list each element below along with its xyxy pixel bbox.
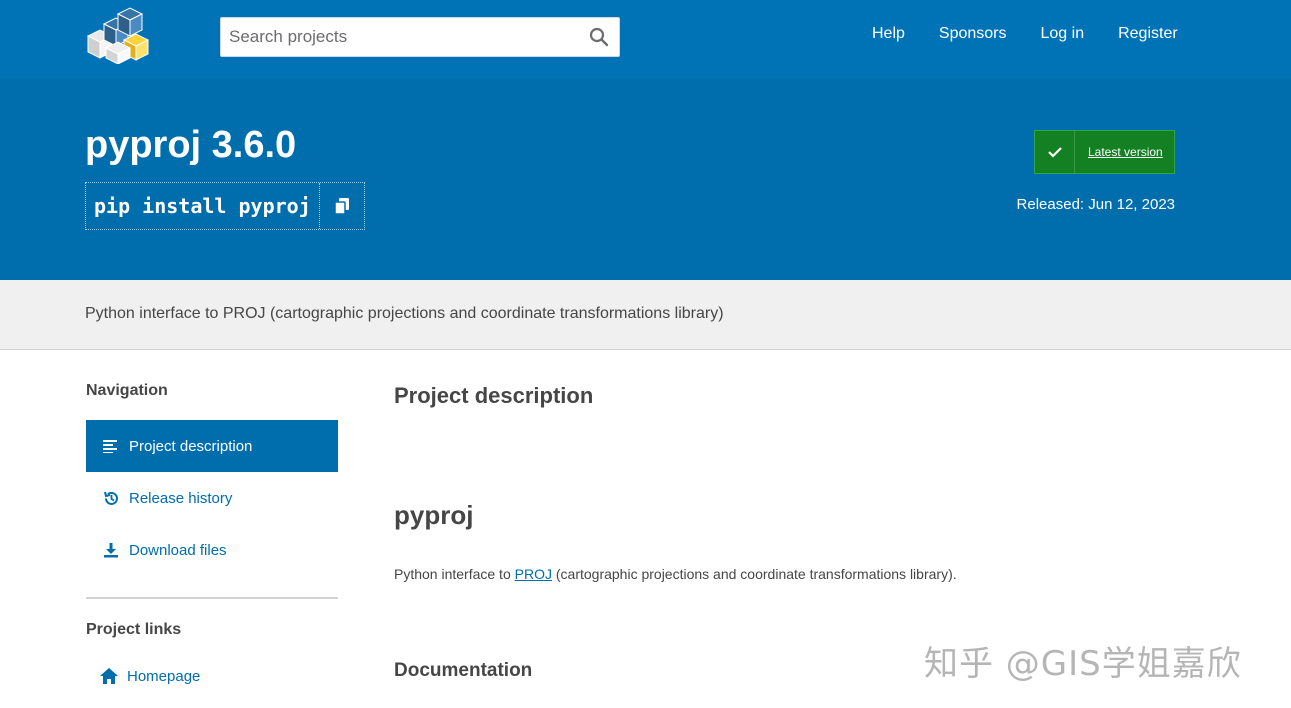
release-date: Released: Jun 12, 2023 bbox=[1016, 196, 1175, 213]
proj-link[interactable]: PROJ bbox=[515, 566, 552, 582]
download-icon bbox=[102, 541, 120, 559]
search-icon[interactable] bbox=[581, 19, 617, 55]
sidebar-divider bbox=[86, 597, 338, 599]
login-link[interactable]: Log in bbox=[1041, 25, 1085, 43]
package-hero: pyproj 3.6.0 pip install pyproj Latest v… bbox=[0, 79, 1291, 280]
sidebar-item-label: Project description bbox=[129, 437, 253, 455]
summary-text: Python interface to PROJ (cartographic p… bbox=[85, 305, 724, 322]
sidebar-item-label: Download files bbox=[129, 541, 227, 559]
pypi-logo-icon[interactable] bbox=[84, 6, 152, 64]
readme-intro: Python interface to PROJ (cartographic p… bbox=[394, 566, 957, 582]
top-nav: Help Sponsors Log in Register bbox=[872, 25, 1212, 43]
check-icon bbox=[1035, 131, 1075, 173]
copy-icon[interactable] bbox=[320, 183, 364, 229]
sidebar-link-homepage[interactable]: Homepage bbox=[86, 650, 338, 702]
search-box bbox=[220, 17, 620, 57]
sidebar-link-label: Homepage bbox=[127, 667, 201, 685]
align-left-icon bbox=[102, 437, 120, 455]
documentation-heading: Documentation bbox=[394, 660, 533, 681]
watermark: 知乎 @GIS学姐嘉欣 bbox=[924, 644, 1242, 684]
pip-command-box: pip install pyproj bbox=[85, 182, 365, 230]
intro-text-after: (cartographic projections and coordinate… bbox=[551, 566, 957, 582]
sidebar-item-label: Release history bbox=[129, 489, 233, 507]
sponsors-link[interactable]: Sponsors bbox=[939, 25, 1007, 43]
help-link[interactable]: Help bbox=[872, 25, 905, 43]
latest-version-label: Latest version bbox=[1088, 145, 1163, 159]
search-input[interactable] bbox=[221, 19, 581, 55]
home-icon bbox=[100, 667, 118, 685]
package-title: pyproj 3.6.0 bbox=[85, 124, 297, 166]
sidebar-item-download-files[interactable]: Download files bbox=[86, 524, 338, 576]
pip-command[interactable]: pip install pyproj bbox=[86, 183, 320, 229]
register-link[interactable]: Register bbox=[1118, 25, 1178, 43]
intro-text: Python interface to bbox=[394, 566, 515, 582]
project-links-heading: Project links bbox=[86, 621, 182, 638]
section-heading: Project description bbox=[394, 383, 594, 408]
navigation-heading: Navigation bbox=[86, 382, 168, 399]
top-header: Help Sponsors Log in Register bbox=[0, 0, 1291, 79]
sidebar-item-release-history[interactable]: Release history bbox=[86, 472, 338, 524]
sidebar-item-project-description[interactable]: Project description bbox=[86, 420, 338, 472]
readme-title: pyproj bbox=[394, 500, 474, 530]
latest-version-button[interactable]: Latest version bbox=[1034, 130, 1175, 174]
package-summary: Python interface to PROJ (cartographic p… bbox=[0, 280, 1291, 350]
history-icon bbox=[102, 489, 120, 507]
